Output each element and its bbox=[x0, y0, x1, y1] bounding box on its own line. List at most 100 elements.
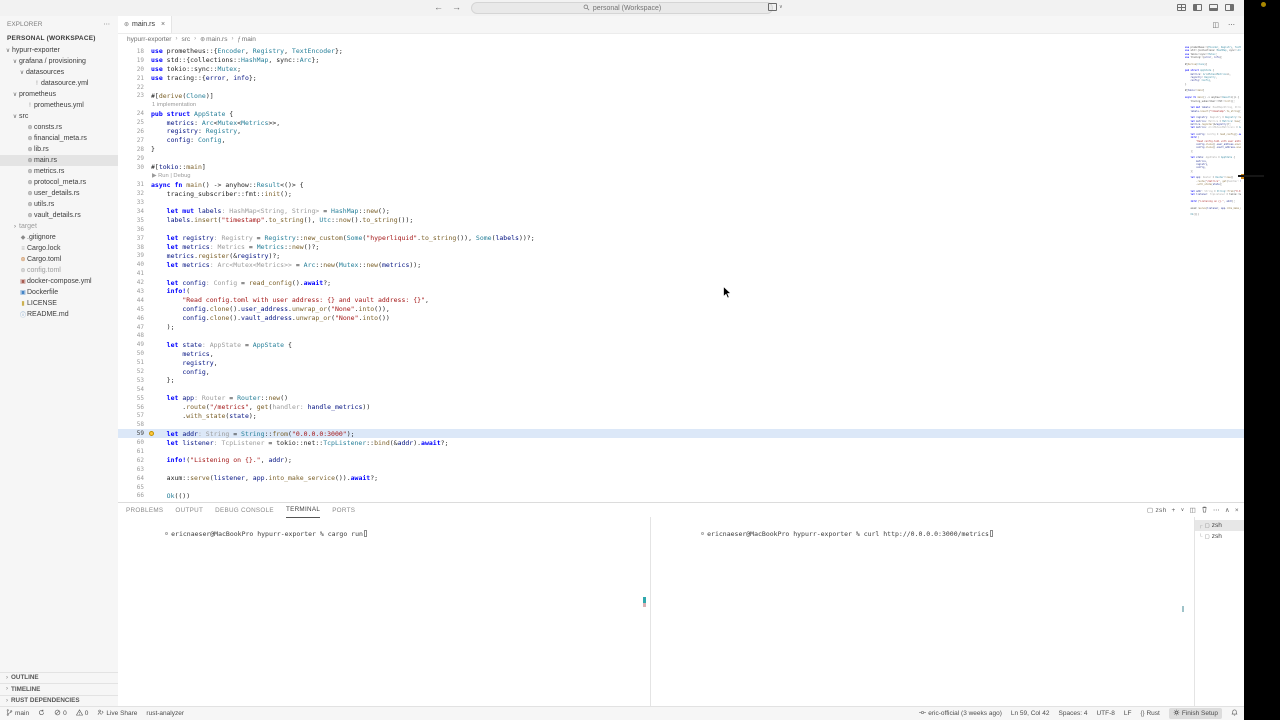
customize-layout-icon[interactable] bbox=[1177, 4, 1186, 11]
code-line-45[interactable]: 45 config.clone().user_address.unwrap_or… bbox=[118, 305, 1244, 314]
terminal-list-item-zsh[interactable]: ┌ ▢ zsh bbox=[1195, 520, 1244, 531]
tree-item-cargo-toml[interactable]: ⊛ Cargo.toml bbox=[0, 254, 118, 265]
nav-back-button[interactable]: ← bbox=[434, 2, 443, 12]
code-line-18[interactable]: 18 use prometheus::{Encoder, Registry, Te… bbox=[118, 47, 1244, 56]
tree-item-consts-rs[interactable]: ⊛ consts.rs bbox=[0, 122, 118, 133]
code-line-47[interactable]: 47 ); bbox=[118, 323, 1244, 332]
code-line-57[interactable]: 57 .with_state(state); bbox=[118, 412, 1244, 421]
maximize-panel-icon[interactable]: ∧ bbox=[1225, 506, 1230, 514]
code-line-48[interactable]: 48 bbox=[118, 332, 1244, 341]
code-line-25[interactable]: 25 metrics: Arc<Mutex<Metrics>>, bbox=[118, 118, 1244, 127]
tree-item-datasource-yml[interactable]: ! datasource.yml bbox=[0, 78, 118, 89]
toggle-sidebar-icon[interactable] bbox=[1193, 4, 1202, 11]
panel-tab-ports[interactable]: PORTS bbox=[332, 503, 355, 517]
code-line-32[interactable]: 32 tracing_subscriber::fmt::init(); bbox=[118, 189, 1244, 198]
tree-item-user-details-rs[interactable]: ⊛ user_details.rs bbox=[0, 188, 118, 199]
tree-item-protocol-meta-rs[interactable]: ⊛ protocol_meta.rs bbox=[0, 177, 118, 188]
tree-item-config-toml[interactable]: ⊛ config.toml bbox=[0, 265, 118, 276]
code-line-43[interactable]: 43 info!( bbox=[118, 287, 1244, 296]
split-editor-icon[interactable]: ◫ bbox=[1212, 21, 1219, 29]
code-line-37[interactable]: 37 let registry: Registry = Registry::ne… bbox=[118, 234, 1244, 243]
code-line-23[interactable]: 23 #[derive(Clone)] bbox=[118, 91, 1244, 100]
code-line-40[interactable]: 40 let metrics: Arc<Mutex<Metrics>> = Ar… bbox=[118, 260, 1244, 269]
panel-tab-terminal[interactable]: TERMINAL bbox=[285, 503, 321, 518]
status-bell[interactable] bbox=[1231, 709, 1238, 718]
code-line-54[interactable]: 54 bbox=[118, 385, 1244, 394]
code-line-30[interactable]: 30 #[tokio::main] bbox=[118, 163, 1244, 172]
toggle-panel-icon[interactable] bbox=[1209, 4, 1218, 11]
tree-item-docker-compose-yml[interactable]: ▣ docker-compose.yml bbox=[0, 276, 118, 287]
terminal-right[interactable]: ericnaeser@MacBookPro hypurr-exporter % … bbox=[662, 522, 994, 546]
sidebar-section-timeline[interactable]: › TIMELINE bbox=[0, 683, 118, 695]
close-panel-icon[interactable]: × bbox=[1235, 507, 1239, 514]
panel-more-actions-icon[interactable]: ⋯ bbox=[1213, 506, 1220, 514]
split-terminal-icon[interactable]: ◫ bbox=[1190, 506, 1196, 514]
tree-item-hypurr-exporter[interactable]: ∨ hypurr-exporter bbox=[0, 45, 118, 56]
code-line-61[interactable]: 61 bbox=[118, 447, 1244, 456]
code-line-56[interactable]: 56 .route("/metrics", get(handler: handl… bbox=[118, 403, 1244, 412]
code-line-65[interactable]: 65 bbox=[118, 483, 1244, 492]
code-line-31[interactable]: 31 async fn main() -> anyhow::Result<()> … bbox=[118, 180, 1244, 189]
code-line-50[interactable]: 50 metrics, bbox=[118, 349, 1244, 358]
code-line-64[interactable]: 64 axum::serve(listener, app.into_make_s… bbox=[118, 474, 1244, 483]
code-line-51[interactable]: 51 registry, bbox=[118, 358, 1244, 367]
code-line-33[interactable]: 33 bbox=[118, 198, 1244, 207]
breadcrumb-item-hypurr-exporter[interactable]: hypurr-exporter bbox=[127, 36, 171, 43]
code-line-34[interactable]: 34 let mut labels: HashMap<String, Strin… bbox=[118, 207, 1244, 216]
code-line-39[interactable]: 39 metrics.register(&registry)?; bbox=[118, 251, 1244, 260]
code-editor[interactable]: 18 use prometheus::{Encoder, Registry, Te… bbox=[118, 45, 1244, 505]
code-line-27[interactable]: 27 config: Config, bbox=[118, 136, 1244, 145]
tree-item-cargo-lock[interactable]: ≡ Cargo.lock bbox=[0, 243, 118, 254]
code-line-55[interactable]: 55 let app: Router = Router::new() bbox=[118, 394, 1244, 403]
breadcrumb-item-main-rs[interactable]: ⊛main.rs bbox=[200, 36, 227, 43]
panel-tab-output[interactable]: OUTPUT bbox=[175, 503, 203, 517]
toggle-secondary-sidebar-icon[interactable] bbox=[1225, 4, 1234, 11]
code-line-52[interactable]: 52 config, bbox=[118, 367, 1244, 376]
sidebar-section-rust-dependencies[interactable]: › RUST DEPENDENCIES bbox=[0, 694, 118, 706]
tree-item-datasources[interactable]: ∨ datasources bbox=[0, 67, 118, 78]
explorer-more-actions-icon[interactable]: ⋯ bbox=[104, 20, 111, 28]
tree-item-dockerfile[interactable]: ▣ Dockerfile bbox=[0, 287, 118, 298]
tree-item-src[interactable]: ∨ src bbox=[0, 111, 118, 122]
code-line-22[interactable]: 22 bbox=[118, 83, 1244, 92]
code-lens[interactable]: ▶ Run | Debug bbox=[118, 171, 1244, 180]
code-line-19[interactable]: 19 use std::{collections::HashMap, sync::… bbox=[118, 56, 1244, 65]
shell-selector[interactable]: ▢ zsh bbox=[1147, 506, 1166, 515]
kill-terminal-icon[interactable] bbox=[1201, 506, 1208, 515]
tree-item-target[interactable]: › target bbox=[0, 221, 118, 232]
tree-item-license[interactable]: ▮ LICENSE bbox=[0, 298, 118, 309]
code-line-49[interactable]: 49 let state: AppState = AppState { bbox=[118, 340, 1244, 349]
breadcrumb-item-src[interactable]: src bbox=[181, 36, 190, 43]
code-line-28[interactable]: 28} bbox=[118, 145, 1244, 154]
tree-item--gitignore[interactable]: ◆ .gitignore bbox=[0, 232, 118, 243]
code-line-63[interactable]: 63 bbox=[118, 465, 1244, 474]
code-line-41[interactable]: 41 bbox=[118, 269, 1244, 278]
tree-item-financial-meta-rs[interactable]: ⊛ financial_meta.rs bbox=[0, 133, 118, 144]
tab-main-rs[interactable]: ⊛ main.rs × bbox=[118, 16, 173, 33]
sidebar-section-outline[interactable]: › OUTLINE bbox=[0, 671, 118, 683]
profile-icon[interactable]: ∨ bbox=[768, 3, 783, 11]
status-spaces-4[interactable]: Spaces: 4 bbox=[1059, 710, 1088, 717]
tree-item-grafana-provisioning[interactable]: ∨ grafana / provisioning bbox=[0, 56, 118, 67]
code-line-59[interactable]: 59 let addr: String = String::from("0.0.… bbox=[118, 429, 1244, 439]
code-line-44[interactable]: 44 "Read config.toml with user address: … bbox=[118, 296, 1244, 305]
panel-tab-debug-console[interactable]: DEBUG CONSOLE bbox=[215, 503, 274, 517]
code-line-58[interactable]: 58 bbox=[118, 420, 1244, 429]
code-line-36[interactable]: 36 bbox=[118, 225, 1244, 234]
editor-more-actions-icon[interactable]: ⋯ bbox=[1228, 21, 1235, 29]
status-main[interactable]: main bbox=[6, 709, 29, 718]
code-line-29[interactable]: 29 bbox=[118, 154, 1244, 163]
new-terminal-button[interactable]: + bbox=[1171, 507, 1175, 514]
code-line-62[interactable]: 62 info!("Listening on {}.", addr); bbox=[118, 456, 1244, 465]
status-eric-official-3-weeks-ago-[interactable]: eric-official (3 weeks ago) bbox=[919, 709, 1002, 718]
status-utf-8[interactable]: UTF-8 bbox=[1096, 710, 1114, 717]
code-line-21[interactable]: 21 use tracing::{error, info}; bbox=[118, 74, 1244, 83]
code-line-26[interactable]: 26 registry: Registry, bbox=[118, 127, 1244, 136]
status-ln-59-col-42[interactable]: Ln 59, Col 42 bbox=[1011, 710, 1050, 717]
terminal-split-divider[interactable] bbox=[650, 517, 651, 706]
status-rust-analyzer[interactable]: rust-analyzer bbox=[146, 710, 184, 717]
status-0[interactable]: 0 bbox=[54, 709, 67, 718]
code-line-24[interactable]: 24 pub struct AppState { bbox=[118, 109, 1244, 118]
workspace-section-header[interactable]: PERSONAL (WORKSPACE) bbox=[0, 28, 118, 45]
terminal-dropdown-icon[interactable]: ∨ bbox=[1181, 507, 1185, 513]
